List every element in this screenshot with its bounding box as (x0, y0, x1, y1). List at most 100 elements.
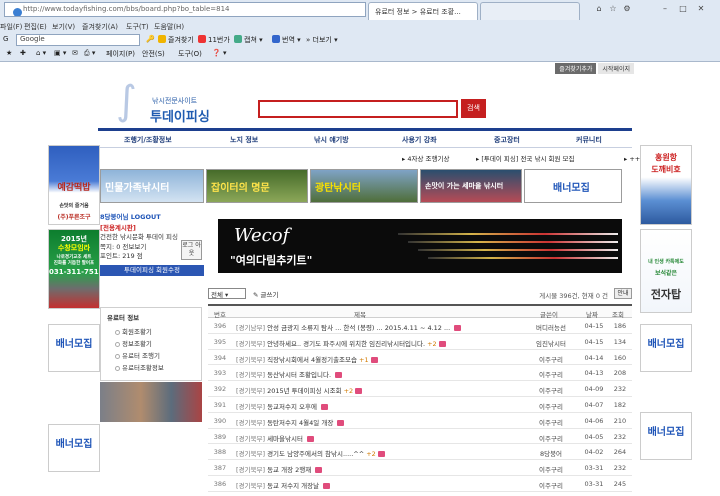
minimize-icon[interactable]: – (660, 4, 670, 14)
table-row[interactable]: 393 [경기북부] 동산낚시터 조황입니다. 이주구리 04-13 208 (208, 365, 632, 382)
row-title-link[interactable]: [경기북부] 직장낚시회에서 4월정기출조모습 +1 (236, 354, 506, 364)
row-writer[interactable]: 이주구리 (528, 369, 574, 379)
row-title-link[interactable]: [경기북부] 동교 저수지 개장날 (236, 480, 506, 490)
table-row[interactable]: 392 [경기북부] 2015년 투데이피싱 시조회 +2 이주구리 04-09 232 (208, 381, 632, 397)
left-banner-recruit-2[interactable]: 배너모집 (48, 424, 100, 472)
nav-field[interactable]: 노지 정보 (230, 135, 258, 145)
row-writer[interactable]: 버디러능선 (528, 322, 574, 332)
logout-button[interactable]: 로그 아웃 (181, 240, 202, 260)
google-translate-button[interactable]: 번역 ▾ (272, 35, 301, 45)
wecof-banner[interactable]: Wecof "여의다림추키트" (218, 219, 622, 273)
category-item[interactable]: 정보조황기 (115, 338, 152, 348)
google-favorites-button[interactable]: 즐겨찾기 (158, 35, 194, 45)
mail-icon[interactable]: ✉ (72, 49, 78, 57)
row-title-link[interactable]: [경기북부] 경기도 남양주에서의 참낚시.....^^ +2 (236, 448, 506, 458)
category-item[interactable]: 유료터 조행기 (115, 350, 160, 360)
left-banner-recruit-1[interactable]: 배너모집 (48, 324, 100, 372)
table-row[interactable]: 387 [경기북부] 동교 개장 2행재 이주구리 03-31 232 (208, 460, 632, 476)
gear-icon[interactable]: ⚙ (622, 4, 632, 14)
ticker-item[interactable]: ▸ 4자상 조행기상 (402, 153, 449, 163)
google-more-button[interactable]: » 더보기 ▾ (306, 35, 338, 45)
table-row[interactable]: 395 [경기북부] 안녕하세요.. 경기도 파주시에 위치한 임진리낚시터입니다… (208, 334, 632, 350)
home-icon[interactable]: ⌂ ▾ (36, 49, 46, 57)
category-item[interactable]: 회원조황기 (115, 326, 152, 336)
top-banner-semaeul[interactable]: 손맛이 가는 세마을 낚시터 (420, 169, 522, 203)
menu-page[interactable]: 페이지(P) (106, 49, 135, 59)
menu-help[interactable]: 도움말(H) (154, 22, 184, 32)
top-banner-recruit[interactable]: 배너모집 (524, 169, 622, 203)
menu-tools[interactable]: 도구(T) (126, 22, 149, 32)
row-title-link[interactable]: [경기북부] 안녕하세요.. 경기도 파주시에 위치한 임진리낚시터입니다. +2 (236, 338, 506, 348)
row-writer[interactable]: 이주구리 (528, 354, 574, 364)
google-11st-button[interactable]: 11번가 (198, 35, 230, 45)
menu-safety[interactable]: 안전(S) (142, 49, 165, 59)
row-writer[interactable]: 이주구리 (528, 464, 574, 474)
shop-photo[interactable] (100, 382, 202, 422)
site-search-input[interactable] (258, 100, 458, 118)
row-title-link[interactable]: [경기북부] 동산낚시터 조황입니다. (236, 369, 506, 379)
top-banner-family[interactable]: 민물가족낚시터 (100, 169, 204, 203)
nav-community[interactable]: 커뮤니티 (576, 135, 602, 145)
info-button[interactable]: 안내 (614, 288, 632, 299)
nav-reviews[interactable]: 사용기 강좌 (402, 135, 437, 145)
table-row[interactable]: 396 [경기남부] 안성 금광지 소류지 탐사 ... 한석 (봉령) ... … (208, 318, 632, 334)
login-user[interactable]: 8당붕어님 LOGOUT (100, 211, 161, 221)
google-capture-button[interactable]: 캡쳐 ▾ (234, 35, 263, 45)
site-search-button[interactable]: 검색 (461, 99, 486, 118)
row-writer[interactable]: 이주구리 (528, 385, 574, 395)
star-icon[interactable]: ☆ (608, 4, 618, 14)
tab-new[interactable] (480, 2, 580, 20)
row-title-link[interactable]: [경기북부] 세마을낚시터 (236, 433, 506, 443)
top-banner-gwangtan[interactable]: 광탄낚시터 (310, 169, 418, 203)
row-title-link[interactable]: [경기북부] 동교저수지 오후에 (236, 401, 506, 411)
right-banner-electric[interactable]: 내 인생 카톡에도 보석같은 전자탑 (640, 229, 692, 313)
table-row[interactable]: 386 [경기북부] 동교 저수지 개장날 이주구리 03-31 245 (208, 476, 632, 492)
ticker-item[interactable]: ▸ [투데이 피싱] 전국 낚시 회원 모집 (476, 153, 575, 163)
nav-talk[interactable]: 낚시 얘기방 (314, 135, 349, 145)
help-icon[interactable]: ❓ ▾ (212, 49, 226, 57)
top-banner-myeongmun[interactable]: 잡이터의 명문 (206, 169, 308, 203)
menu-view[interactable]: 보기(V) (52, 22, 75, 32)
row-writer[interactable]: 이주구리 (528, 401, 574, 411)
print-icon[interactable]: ⎙ ▾ (84, 49, 95, 58)
row-writer[interactable]: 이주구리 (528, 480, 574, 490)
nav-reports[interactable]: 조행기/조황정보 (124, 135, 172, 145)
table-row[interactable]: 389 [경기북부] 세마을낚시터 이주구리 04-05 232 (208, 429, 632, 445)
board-category-select[interactable]: 전체 ▾ (208, 288, 246, 299)
table-row[interactable]: 388 [경기북부] 경기도 남양주에서의 참낚시.....^^ +2 8당붕어 04-… (208, 444, 632, 461)
row-title-link[interactable]: [경기북부] 동탄저수지 4월4일 개장 (236, 417, 506, 427)
favorites-star-icon[interactable]: ★ (6, 49, 12, 57)
menu-tools-cmd[interactable]: 도구(O) (178, 49, 202, 59)
add-favorite-link[interactable]: 즐겨찾기추가 (555, 63, 597, 74)
rss-icon[interactable]: ▣ ▾ (54, 49, 66, 57)
table-row[interactable]: 394 [경기북부] 직장낚시회에서 4월정기출조모습 +1 이주구리 04-14 160 (208, 350, 632, 366)
row-writer[interactable]: 임진낚시터 (528, 338, 574, 348)
key-icon[interactable]: 🔑 (146, 35, 155, 43)
right-banner-recruit-2[interactable]: 배너모집 (640, 412, 692, 460)
table-row[interactable]: 391 [경기북부] 동교저수지 오후에 이주구리 04-07 182 (208, 397, 632, 413)
row-title-link[interactable]: [경기북부] 2015년 투데이피싱 시조회 +2 (236, 385, 506, 395)
row-writer[interactable]: 이주구리 (528, 417, 574, 427)
right-banner-recruit-1[interactable]: 배너모집 (640, 324, 692, 372)
left-banner-bait[interactable]: 예감떡밥 손맛의 짜릿한 예감! 손맛의 즐거움 (주)푸른조구 (48, 145, 100, 225)
site-logo[interactable]: ∫ 낚시전문사이트 투데이피싱 (116, 76, 216, 128)
menu-file[interactable]: 파일(F) (0, 22, 22, 32)
close-icon[interactable]: ✕ (696, 4, 706, 14)
menu-edit[interactable]: 편집(E) (24, 22, 47, 32)
row-writer[interactable]: 이주구리 (528, 433, 574, 443)
add-favorite-icon[interactable]: ✚ (20, 49, 26, 57)
category-item[interactable]: 유료터조황정보 (115, 362, 164, 372)
write-button[interactable]: ✎ 글쓰기 (253, 289, 278, 299)
nav-market[interactable]: 중고장터 (494, 135, 520, 145)
table-row[interactable]: 390 [경기북부] 동탄저수지 4월4일 개장 이주구리 04-06 210 (208, 413, 632, 429)
left-banner-suchang[interactable]: 2015년 수창모임라 나로경기교조 세트 진화를 거듭한 팔어포 031-31… (48, 229, 100, 309)
home-icon[interactable]: ⌂ (594, 4, 604, 14)
right-banner-boat[interactable]: 홍원항 도깨비호 (640, 145, 692, 225)
row-writer[interactable]: 8당붕어 (528, 448, 574, 458)
address-bar[interactable]: http://www.todayfishing.com/bbs/board.ph… (4, 2, 366, 17)
tab-active[interactable]: 유료터 정보 > 유료터 조황... (368, 2, 478, 20)
menu-favorites[interactable]: 즐겨찾기(A) (82, 22, 118, 32)
google-search-input[interactable]: Google (16, 34, 140, 46)
row-title-link[interactable]: [경기북부] 동교 개장 2행재 (236, 464, 506, 474)
modify-member-button[interactable]: 투데이피싱 회원수정 (100, 265, 204, 276)
